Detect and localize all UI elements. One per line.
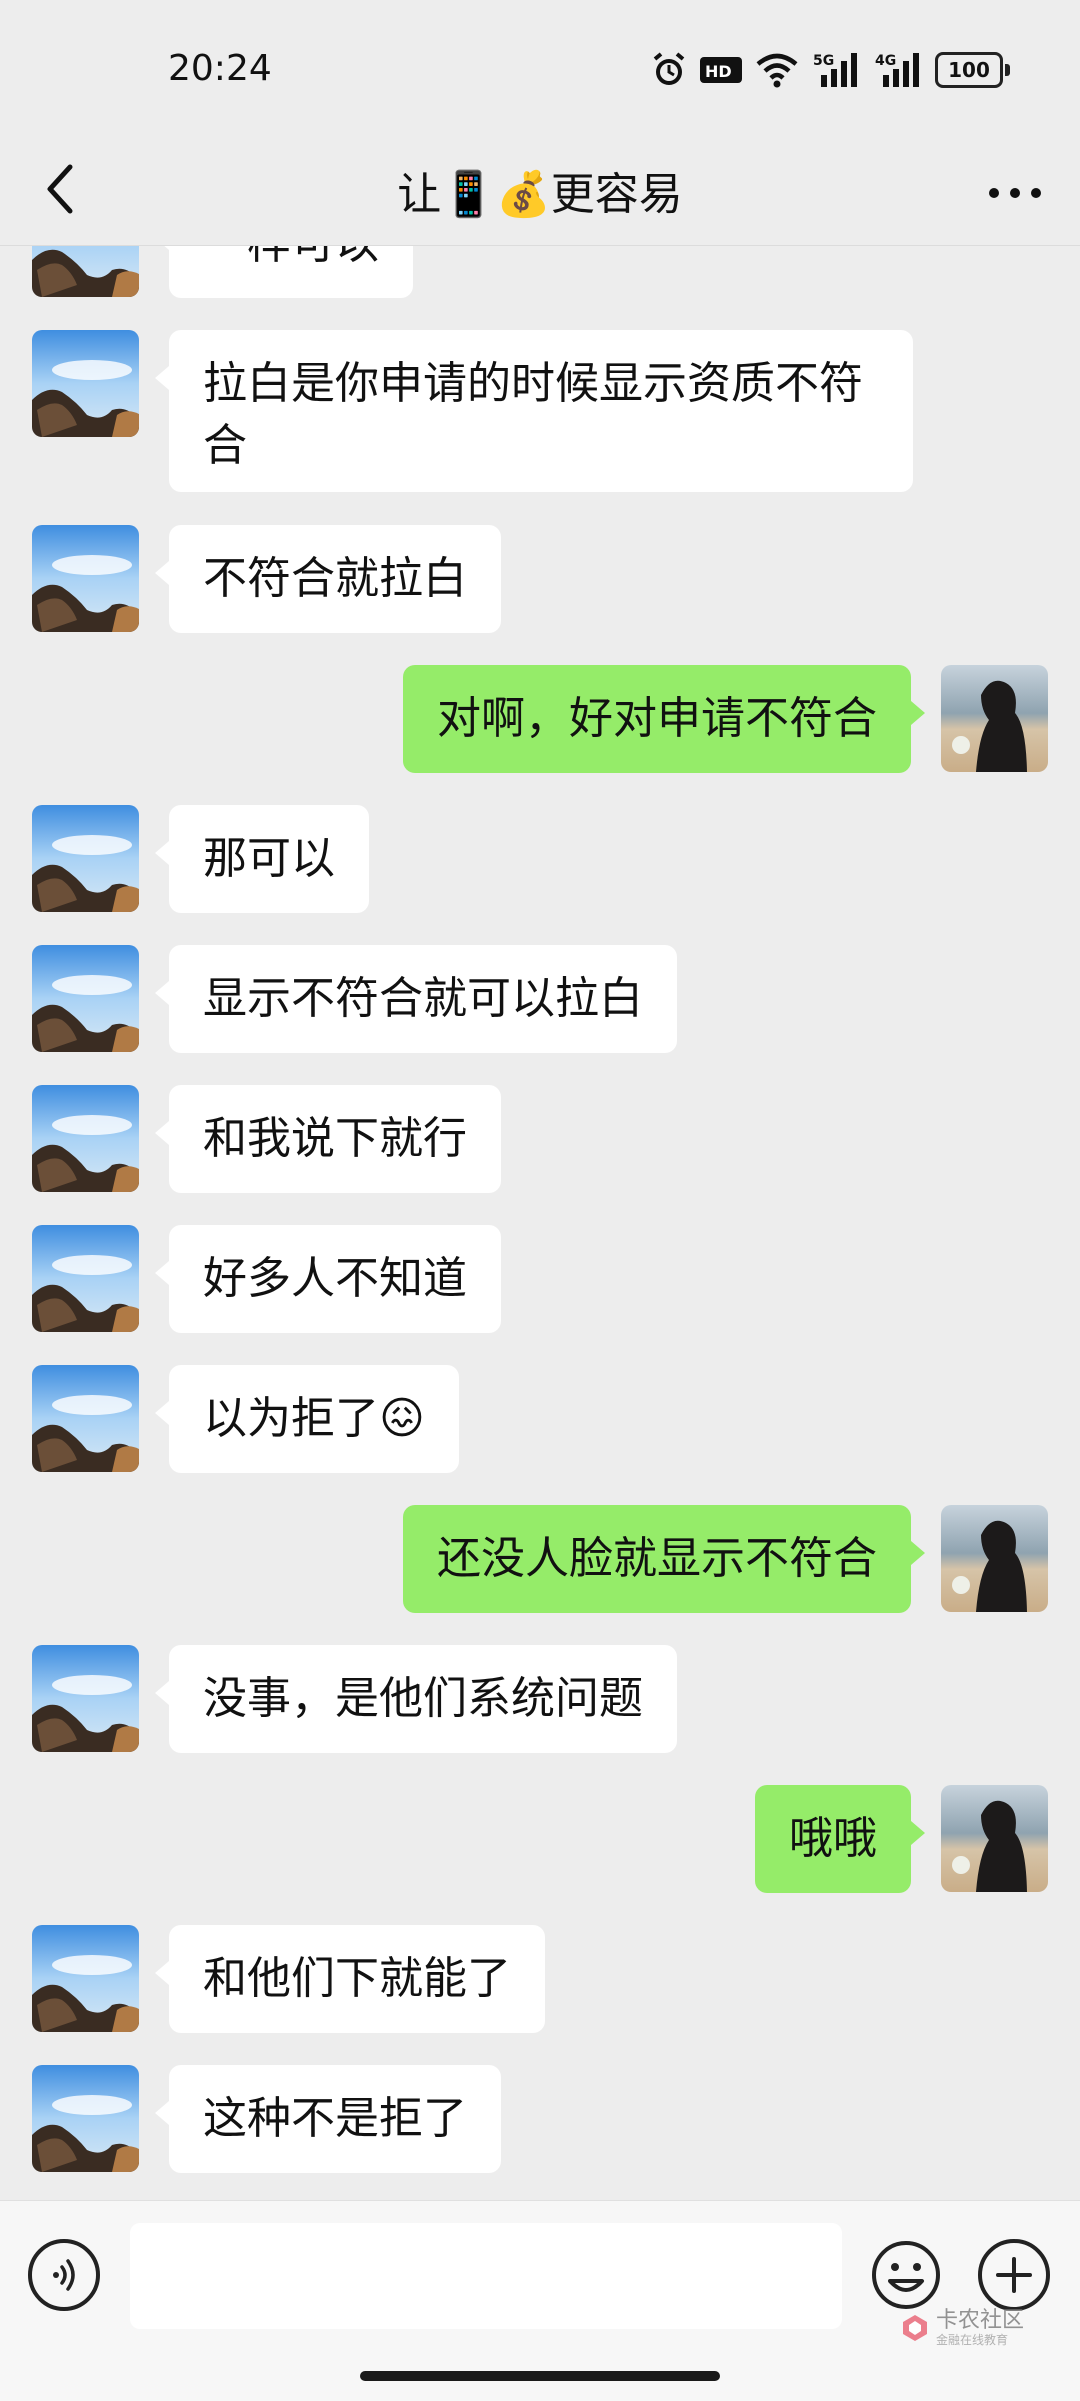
- status-icons: HD 5G 4G 100: [651, 48, 1010, 92]
- more-button[interactable]: [980, 158, 1050, 228]
- chat-messages[interactable]: 一样可以 拉白是你申请的时候显示资质不符合 不符合就拉白 对啊，好对申请不符合 …: [0, 246, 1080, 2200]
- self-avatar[interactable]: [941, 1785, 1048, 1892]
- watermark-logo-icon: [903, 2315, 927, 2341]
- hd-icon: HD: [699, 54, 743, 86]
- message-bubble-incoming[interactable]: 那可以: [155, 805, 369, 913]
- emoji-icon: [872, 2241, 940, 2309]
- wifi-icon: [755, 52, 799, 88]
- message-bubble-incoming[interactable]: 这种不是拒了: [155, 2065, 501, 2173]
- home-indicator[interactable]: [360, 2371, 720, 2381]
- contact-avatar[interactable]: [32, 246, 139, 297]
- contact-avatar[interactable]: [32, 1925, 139, 2032]
- watermark-title: 卡农社区: [936, 2308, 1025, 2333]
- contact-avatar[interactable]: [32, 945, 139, 1052]
- message-bubble-incoming[interactable]: 和他们下就能了: [155, 1925, 545, 2033]
- contact-avatar[interactable]: [32, 1645, 139, 1752]
- emoji-button[interactable]: [870, 2239, 942, 2311]
- message-bubble-outgoing[interactable]: 对啊，好对申请不符合: [403, 665, 925, 773]
- self-avatar[interactable]: [941, 1505, 1048, 1612]
- self-avatar[interactable]: [941, 665, 1048, 772]
- input-bar: 卡农社区 金融在线教育: [0, 2200, 1080, 2401]
- signal-4g-icon: 4G: [873, 51, 923, 89]
- battery-icon: 100: [935, 52, 1010, 88]
- message-bubble-outgoing[interactable]: 哦哦: [755, 1785, 925, 1893]
- contact-avatar[interactable]: [32, 1365, 139, 1472]
- voice-button[interactable]: [28, 2239, 100, 2311]
- status-bar: 20:24 HD 5G 4G 100: [0, 0, 1080, 140]
- contact-avatar[interactable]: [32, 525, 139, 632]
- contact-avatar[interactable]: [32, 2065, 139, 2172]
- voice-icon: [53, 2259, 75, 2291]
- status-time: 20:24: [168, 48, 272, 89]
- contact-avatar[interactable]: [32, 805, 139, 912]
- message-bubble-incoming[interactable]: 一样可以: [155, 246, 413, 298]
- plus-button[interactable]: [978, 2239, 1050, 2311]
- alarm-icon: [651, 51, 687, 89]
- message-input[interactable]: [130, 2223, 842, 2329]
- contact-avatar[interactable]: [32, 1085, 139, 1192]
- watermark-subtitle: 金融在线教育: [936, 2333, 1009, 2347]
- chat-header: 让📱💰更容易: [0, 140, 1080, 245]
- message-bubble-incoming[interactable]: 没事，是他们系统问题: [155, 1645, 677, 1753]
- message-bubble-outgoing[interactable]: 还没人脸就显示不符合: [403, 1505, 925, 1613]
- message-bubble-incoming[interactable]: 显示不符合就可以拉白: [155, 945, 677, 1053]
- message-bubble-incoming[interactable]: 好多人不知道: [155, 1225, 501, 1333]
- message-bubble-incoming[interactable]: 拉白是你申请的时候显示资质不符合: [155, 330, 913, 492]
- svg-text:4G: 4G: [875, 53, 896, 69]
- battery-level: 100: [935, 52, 1003, 88]
- chat-title: 让📱💰更容易: [397, 169, 683, 220]
- svg-text:HD: HD: [705, 62, 732, 81]
- message-bubble-incoming[interactable]: 以为拒了😖: [155, 1365, 459, 1473]
- watermark: 卡农社区 金融在线教育: [900, 2309, 1024, 2347]
- message-bubble-incoming[interactable]: 不符合就拉白: [155, 525, 501, 633]
- contact-avatar[interactable]: [32, 330, 139, 437]
- message-bubble-incoming[interactable]: 和我说下就行: [155, 1085, 501, 1193]
- svg-text:5G: 5G: [813, 53, 834, 69]
- signal-5g-icon: 5G: [811, 51, 861, 89]
- contact-avatar[interactable]: [32, 1225, 139, 1332]
- more-dots-icon: [989, 188, 1041, 198]
- plus-icon: [996, 2257, 1032, 2293]
